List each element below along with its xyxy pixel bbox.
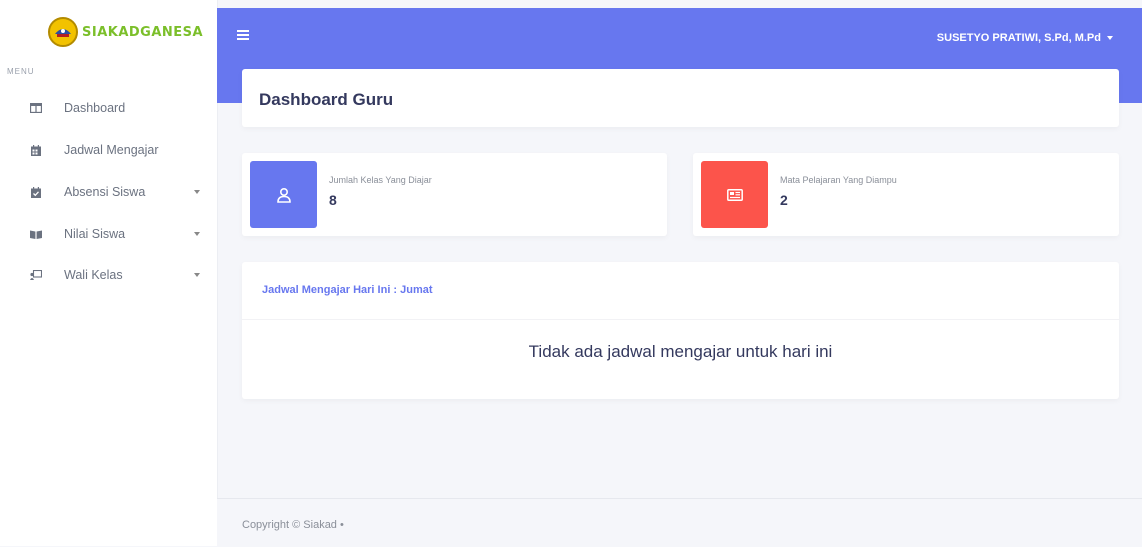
chevron-down-icon bbox=[194, 190, 200, 194]
stat-label: Jumlah Kelas Yang Diajar bbox=[329, 175, 432, 185]
sidebar-item-wali-kelas[interactable]: Wali Kelas bbox=[0, 255, 217, 295]
brand[interactable]: SIAKADGANESA bbox=[48, 14, 203, 50]
page-title: Dashboard Guru bbox=[259, 90, 394, 109]
hamburger-icon[interactable] bbox=[237, 30, 249, 40]
schedule-card: Jadwal Mengajar Hari Ini : Jumat Tidak a… bbox=[242, 262, 1119, 399]
chevron-down-icon bbox=[1107, 36, 1113, 40]
footer: Copyright © Siakad • bbox=[217, 498, 1142, 547]
footer-copyright: Copyright © Siakad • bbox=[242, 519, 344, 531]
chevron-down-icon bbox=[194, 232, 200, 236]
columns-icon bbox=[30, 102, 42, 114]
sidebar-item-nilai-siswa[interactable]: Nilai Siswa bbox=[0, 214, 217, 254]
user-menu-dropdown[interactable]: SUSETYO PRATIWI, S.Pd, M.Pd bbox=[937, 32, 1113, 44]
brand-logo-icon bbox=[48, 17, 78, 47]
sidebar-item-label: Dashboard bbox=[64, 101, 126, 115]
sidebar-item-label: Absensi Siswa bbox=[64, 185, 146, 199]
book-open-icon bbox=[30, 228, 42, 240]
stat-value: 8 bbox=[329, 192, 337, 208]
page-title-card: Dashboard Guru bbox=[242, 69, 1119, 127]
stat-card-jumlah-kelas: Jumlah Kelas Yang Diajar 8 bbox=[242, 153, 667, 236]
sidebar-item-label: Jadwal Mengajar bbox=[64, 143, 159, 157]
stat-label: Mata Pelajaran Yang Diampu bbox=[780, 175, 897, 185]
newspaper-icon bbox=[701, 161, 768, 228]
sidebar-item-jadwal-mengajar[interactable]: Jadwal Mengajar bbox=[0, 130, 217, 170]
sidebar: SIAKADGANESA MENU Dashboard Jadwal Menga… bbox=[0, 0, 218, 546]
stat-value: 2 bbox=[780, 192, 788, 208]
sidebar-item-absensi-siswa[interactable]: Absensi Siswa bbox=[0, 172, 217, 212]
calendar-icon bbox=[30, 144, 42, 156]
sidebar-item-label: Wali Kelas bbox=[64, 268, 123, 282]
schedule-title: Jadwal Mengajar Hari Ini : Jumat bbox=[262, 284, 433, 296]
chalkboard-teacher-icon bbox=[30, 269, 42, 281]
user-name: SUSETYO PRATIWI, S.Pd, M.Pd bbox=[936, 32, 1101, 44]
user-icon bbox=[250, 161, 317, 228]
chevron-down-icon bbox=[194, 273, 200, 277]
schedule-empty-message: Tidak ada jadwal mengajar untuk hari ini bbox=[528, 342, 833, 361]
brand-name: SIAKADGANESA bbox=[82, 24, 204, 40]
calendar-check-icon bbox=[30, 186, 42, 198]
sidebar-item-label: Nilai Siswa bbox=[64, 227, 126, 241]
schedule-card-header: Jadwal Mengajar Hari Ini : Jumat bbox=[242, 262, 1119, 320]
menu-heading: MENU bbox=[7, 67, 35, 76]
stat-card-mata-pelajaran: Mata Pelajaran Yang Diampu 2 bbox=[693, 153, 1119, 236]
sidebar-item-dashboard[interactable]: Dashboard bbox=[0, 88, 217, 128]
